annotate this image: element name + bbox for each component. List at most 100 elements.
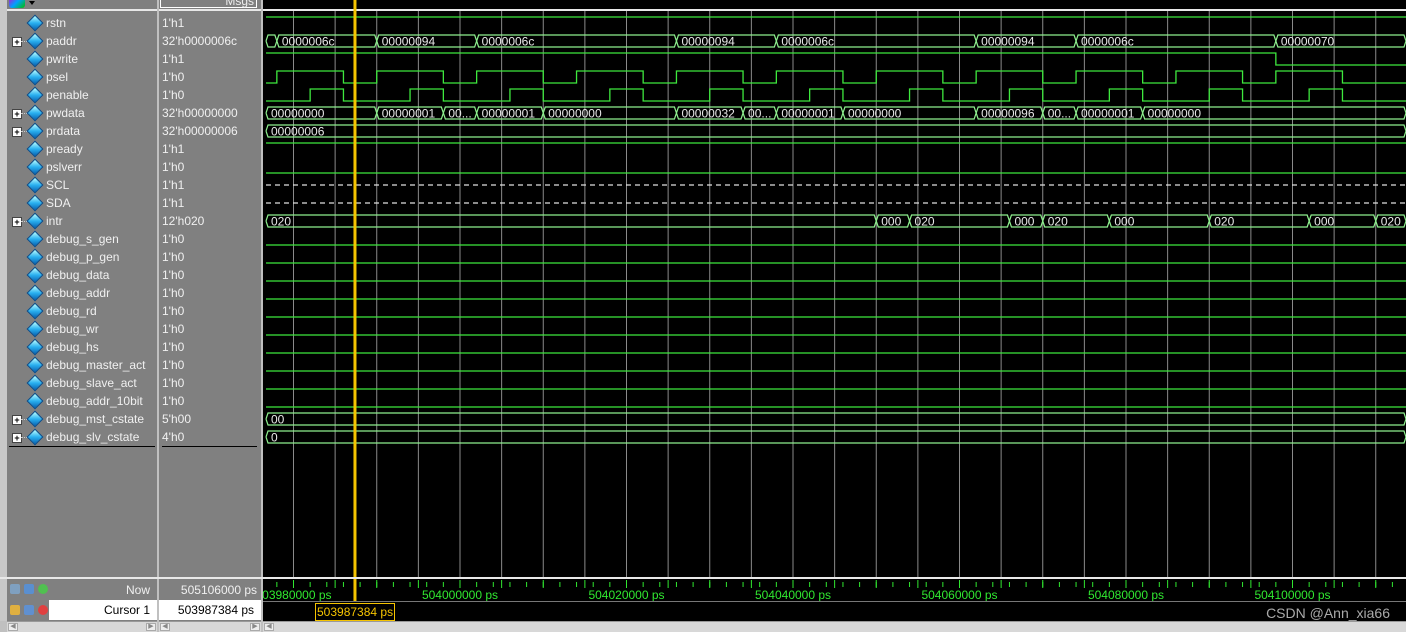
wave-pwdata: 00000000 00000001 00... 00000001 00000000 000… xyxy=(265,106,1406,121)
signal-value: 1'h0 xyxy=(162,268,185,282)
bus-value: 00000000 xyxy=(548,107,602,121)
signal-row-debug_hs[interactable]: debug_hs xyxy=(7,338,157,356)
dropdown-arrow-icon[interactable] xyxy=(29,1,35,5)
time-axis-label: 504080000 ps xyxy=(1088,588,1164,602)
bus-value: 020 xyxy=(1381,215,1401,229)
signal-row-penable[interactable]: penable xyxy=(7,86,157,104)
bus-value: 00... xyxy=(748,107,771,121)
signal-row-debug_mst_cstate[interactable]: + debug_mst_cstate xyxy=(7,410,157,428)
time-axis-label: 504020000 ps xyxy=(588,588,664,602)
list-end-line xyxy=(9,446,155,447)
signal-value: 1'h1 xyxy=(162,52,185,66)
signal-row-rstn[interactable]: rstn xyxy=(7,14,157,32)
msgs-header: Msgs xyxy=(160,0,257,8)
signal-values-pane: Msgs 1'h1 32'h0000006c 1'h1 1'h0 1'h0 32'h000… xyxy=(159,0,261,577)
bus-value: 000 xyxy=(881,215,901,229)
cursor-name[interactable]: Cursor 1 xyxy=(49,600,157,620)
signal-row-prdata[interactable]: + prdata xyxy=(7,122,157,140)
edit-cursor-icon[interactable] xyxy=(24,584,34,594)
signal-name: debug_p_gen xyxy=(46,250,120,264)
wave-psel xyxy=(266,70,1406,84)
signal-row-debug_s_gen[interactable]: debug_s_gen xyxy=(7,230,157,248)
values-scrollbar[interactable]: ◀ ▶ xyxy=(159,621,261,632)
bus-value: 00000001 xyxy=(382,107,436,121)
delete-cursor-icon[interactable] xyxy=(38,605,48,615)
wave-scrollbar[interactable]: ◀ xyxy=(263,621,1406,632)
bus-value: 00000001 xyxy=(482,107,536,121)
expand-icon[interactable]: + xyxy=(12,109,22,119)
signal-row-psel[interactable]: psel xyxy=(7,68,157,86)
signal-value: 1'h1 xyxy=(162,178,185,192)
signal-value: 1'h0 xyxy=(162,304,185,318)
signal-value: 1'h0 xyxy=(162,358,185,372)
signal-row-intr[interactable]: + intr xyxy=(7,212,157,230)
signal-row-debug_wr[interactable]: debug_wr xyxy=(7,320,157,338)
bus-segment xyxy=(265,430,1406,444)
signal-name: debug_wr xyxy=(46,322,99,336)
signal-name: debug_rd xyxy=(46,304,97,318)
bus-segment xyxy=(265,412,1406,426)
signal-name: penable xyxy=(46,88,89,102)
signal-row-SDA[interactable]: SDA xyxy=(7,194,157,212)
lock-cursor-icon[interactable] xyxy=(10,605,20,615)
signal-value: 1'h0 xyxy=(162,394,185,408)
bus-value: 00000094 xyxy=(981,35,1035,49)
expand-icon[interactable]: + xyxy=(12,433,22,443)
signal-row-pslverr[interactable]: pslverr xyxy=(7,158,157,176)
bus-value: 00000070 xyxy=(1281,35,1335,49)
bus-value: 00000000 xyxy=(271,107,325,121)
expand-icon[interactable]: + xyxy=(12,127,22,137)
add-cursor-icon[interactable] xyxy=(38,584,48,594)
names-scrollbar[interactable]: ◀ ▶ xyxy=(7,621,157,632)
signal-value: 1'h0 xyxy=(162,250,185,264)
time-axis-label: 504060000 ps xyxy=(921,588,997,602)
add-wave-icon[interactable] xyxy=(10,584,20,594)
wave-paddr: 0000006c 00000094 0000006c 00000094 0000006c… xyxy=(265,34,1406,49)
bus-value: 0000006c xyxy=(282,35,335,49)
cursor-line-axis xyxy=(353,579,357,601)
bus-value: 020 xyxy=(1214,215,1234,229)
signal-row-debug_master_act[interactable]: debug_master_act xyxy=(7,356,157,374)
cursor-time-marker[interactable]: 503987384 ps xyxy=(315,603,396,621)
signal-row-debug_p_gen[interactable]: debug_p_gen xyxy=(7,248,157,266)
waveform-pane[interactable]: 0000006c 00000094 0000006c 00000094 0000006c… xyxy=(263,0,1406,577)
signal-value: 5'h00 xyxy=(162,412,191,426)
signal-value: 1'h0 xyxy=(162,232,185,246)
bus-value: 00000000 xyxy=(848,107,902,121)
wave-logo-icon[interactable] xyxy=(9,0,25,8)
wave-intr: 020 000 020 000 020 000 020 000 020 xyxy=(265,214,1406,229)
signal-row-pwdata[interactable]: + pwdata xyxy=(7,104,157,122)
signal-name: debug_hs xyxy=(46,340,99,354)
signal-row-debug_slave_act[interactable]: debug_slave_act xyxy=(7,374,157,392)
signal-value: 32'h00000000 xyxy=(162,106,238,120)
wave-prdata: 00000006 xyxy=(265,124,1406,139)
signal-row-debug_data[interactable]: debug_data xyxy=(7,266,157,284)
signal-row-debug_slv_cstate[interactable]: + debug_slv_cstate xyxy=(7,428,157,446)
signal-value: 32'h0000006c xyxy=(162,34,238,48)
bus-value: 020 xyxy=(915,215,935,229)
signal-row-debug_rd[interactable]: debug_rd xyxy=(7,302,157,320)
expand-icon[interactable]: + xyxy=(12,217,22,227)
bus-value: 00000000 xyxy=(1148,107,1202,121)
signal-name: debug_s_gen xyxy=(46,232,119,246)
signal-value: 1'h0 xyxy=(162,376,185,390)
wave-debug_mst_cstate: 00 xyxy=(265,412,1406,427)
expand-icon[interactable]: + xyxy=(12,415,22,425)
signal-name: debug_data xyxy=(46,268,110,282)
bus-value: 00000094 xyxy=(681,35,735,49)
signal-row-paddr[interactable]: + paddr xyxy=(7,32,157,50)
signal-row-debug_addr_10bit[interactable]: debug_addr_10bit xyxy=(7,392,157,410)
time-axis-label: 504100000 ps xyxy=(1254,588,1330,602)
waveform-canvas[interactable]: 0000006c 00000094 0000006c 00000094 0000006c… xyxy=(263,0,1406,577)
expand-icon[interactable]: + xyxy=(12,37,22,47)
wrench-icon[interactable] xyxy=(24,605,34,615)
signal-row-pwrite[interactable]: pwrite xyxy=(7,50,157,68)
signal-row-debug_addr[interactable]: debug_addr xyxy=(7,284,157,302)
bus-value: 00000001 xyxy=(781,107,835,121)
bus-value: 00... xyxy=(448,107,471,121)
bus-value: 00... xyxy=(1048,107,1071,121)
bus-segment xyxy=(265,34,278,48)
signal-row-pready[interactable]: pready xyxy=(7,140,157,158)
signal-row-SCL[interactable]: SCL xyxy=(7,176,157,194)
signal-value: 1'h0 xyxy=(162,70,185,84)
